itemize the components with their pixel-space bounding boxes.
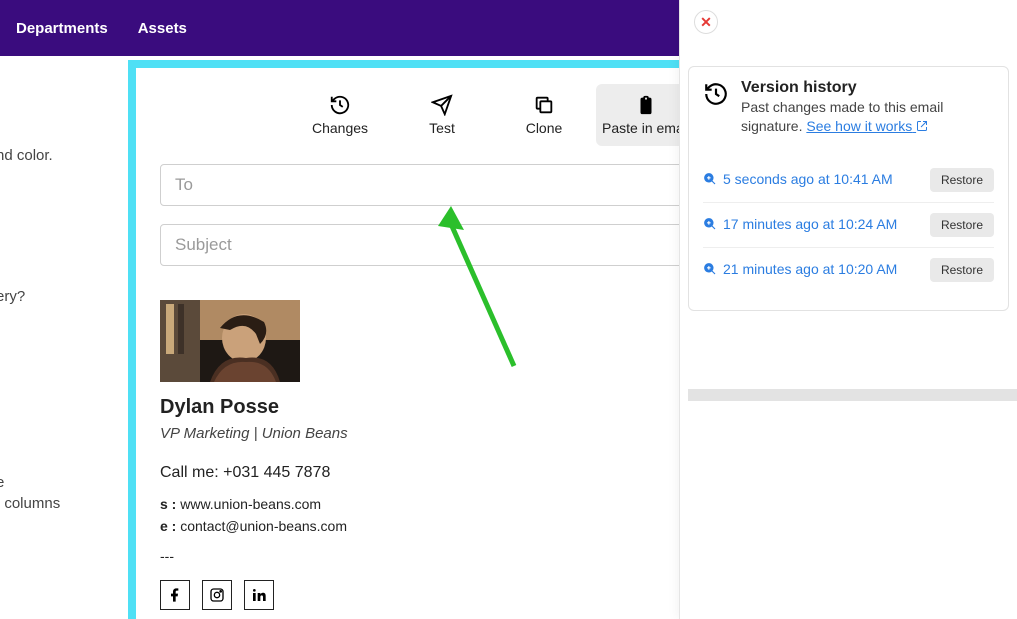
left-truncated-text: nd color. ery? e , columns xyxy=(0,145,60,518)
restore-button[interactable]: Restore xyxy=(930,258,994,282)
clone-icon xyxy=(533,94,555,116)
changes-button[interactable]: Changes xyxy=(290,84,390,146)
version-link[interactable]: 17 minutes ago at 10:24 AM xyxy=(703,215,897,234)
restore-button[interactable]: Restore xyxy=(930,213,994,237)
instagram-icon[interactable] xyxy=(202,580,232,610)
facebook-icon[interactable] xyxy=(160,580,190,610)
editor-toolbar: Changes Test Clone Paste in email xyxy=(290,84,696,146)
magnifier-plus-icon xyxy=(703,172,717,186)
history-icon xyxy=(703,81,729,107)
avatar xyxy=(160,300,300,382)
see-how-link[interactable]: See how it works xyxy=(806,118,928,134)
clone-button[interactable]: Clone xyxy=(494,84,594,146)
external-link-icon xyxy=(916,120,928,132)
restore-button[interactable]: Restore xyxy=(930,168,994,192)
nav-assets[interactable]: Assets xyxy=(138,20,187,37)
magnifier-plus-icon xyxy=(703,217,717,231)
magnifier-plus-icon xyxy=(703,262,717,276)
version-link[interactable]: 21 minutes ago at 10:20 AM xyxy=(703,260,897,279)
nav-departments[interactable]: Departments xyxy=(16,20,108,37)
panel-title: Version history xyxy=(741,79,994,97)
linkedin-icon[interactable] xyxy=(244,580,274,610)
close-icon[interactable]: ✕ xyxy=(694,10,718,34)
version-list: 5 seconds ago at 10:41 AM Restore 17 min… xyxy=(703,158,994,292)
clipboard-icon xyxy=(635,94,657,116)
version-row: 5 seconds ago at 10:41 AM Restore xyxy=(703,158,994,203)
test-button[interactable]: Test xyxy=(392,84,492,146)
panel-subtitle: Past changes made to this email signatur… xyxy=(741,98,994,136)
scrollbar[interactable] xyxy=(688,389,1017,401)
paper-plane-icon xyxy=(431,94,453,116)
version-row: 17 minutes ago at 10:24 AM Restore xyxy=(703,203,994,248)
version-link[interactable]: 5 seconds ago at 10:41 AM xyxy=(703,170,893,189)
version-row: 21 minutes ago at 10:20 AM Restore xyxy=(703,248,994,292)
history-icon xyxy=(329,94,351,116)
version-history-panel: ✕ Version history Past changes made to t… xyxy=(679,0,1017,619)
